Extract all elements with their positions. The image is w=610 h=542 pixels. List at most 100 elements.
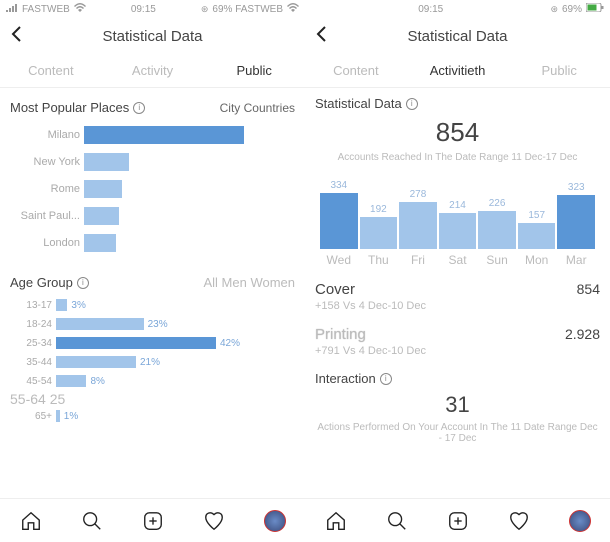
chart-label: 45-54 (10, 376, 56, 387)
interaction-number: 31 (315, 392, 600, 418)
chart-value: 334 (330, 180, 347, 191)
chart-bar (84, 126, 244, 144)
info-icon[interactable]: i (77, 277, 89, 289)
chart-bar (56, 410, 60, 422)
heart-icon[interactable] (508, 510, 530, 532)
chart-bar (399, 202, 437, 249)
chart-label: Saint Paul... (10, 210, 84, 222)
wifi-icon (287, 3, 299, 15)
chart-value: 278 (410, 189, 427, 200)
chart-value: 3% (71, 300, 85, 311)
page-title: Statistical Data (407, 28, 507, 45)
tab-content[interactable]: Content (0, 54, 102, 87)
age-chart: 13-173%18-2423%25-3442%35-4421%45-548%55… (10, 296, 295, 425)
status-bar: FASTWEB 09:15 ⊛ 69% FASTWEB (0, 0, 305, 18)
chart-label: Sun (477, 253, 517, 267)
tab-public[interactable]: Public (508, 54, 610, 87)
chart-value: 42% (220, 338, 240, 349)
profile-avatar[interactable] (569, 510, 591, 532)
chart-bar (84, 207, 119, 225)
tab-activity[interactable]: Activity (102, 54, 204, 87)
chart-bar (56, 337, 216, 349)
profile-avatar[interactable] (264, 510, 286, 532)
status-bar: 09:15 ⊛ 69% (305, 0, 610, 18)
chart-label: Milano (10, 129, 84, 141)
chart-value: 323 (568, 182, 585, 193)
battery-label: 69% FASTWEB (212, 4, 283, 15)
info-icon[interactable]: i (380, 373, 392, 385)
chart-bar (56, 356, 136, 368)
battery-icon (586, 3, 604, 15)
chart-label: Mar (556, 253, 596, 267)
chart-label: London (10, 237, 84, 249)
chart-row: 25-34 42% (10, 334, 295, 352)
chart-label: New York (10, 156, 84, 168)
chart-row: 45-54 8% (10, 372, 295, 390)
reach-chart-labels: WedThuFriSatSunMonMar (319, 253, 596, 267)
add-icon[interactable] (447, 510, 469, 532)
chart-value: 1% (64, 411, 78, 422)
chart-value: 226 (489, 198, 506, 209)
chart-value: 214 (449, 200, 466, 211)
printing-label: Printing (315, 326, 366, 343)
header: Statistical Data (0, 18, 305, 54)
bottom-nav (305, 498, 610, 542)
chart-value: 23% (148, 319, 168, 330)
chart-label: 35-44 (10, 357, 56, 368)
heart-icon[interactable] (203, 510, 225, 532)
tab-public[interactable]: Public (203, 54, 305, 87)
content-area: Statistical Data i 854 Accounts Reached … (305, 88, 610, 498)
chart-row: 35-4421% (10, 353, 295, 371)
chart-col: 334 (320, 173, 358, 249)
chart-value: 8% (90, 376, 104, 387)
wifi-icon (74, 3, 86, 15)
back-button[interactable] (10, 25, 22, 48)
places-title: Most Popular Places i (10, 100, 145, 115)
chart-bar (439, 213, 477, 249)
printing-sub: +791 Vs 4 Dec-10 Dec (315, 345, 600, 357)
printing-value: 2.928 (565, 326, 600, 342)
tabs: Content Activitieth Public (305, 54, 610, 88)
chart-bar (320, 193, 358, 249)
home-icon[interactable] (325, 510, 347, 532)
home-icon[interactable] (20, 510, 42, 532)
back-button[interactable] (315, 25, 327, 48)
info-icon[interactable]: i (133, 102, 145, 114)
chart-col: 214 (439, 173, 477, 249)
chart-bar (478, 211, 516, 249)
chart-label: 25-34 (10, 338, 56, 349)
chart-label: Fri (398, 253, 438, 267)
signal-icon (6, 4, 18, 15)
chart-bar (557, 195, 595, 249)
interaction-title: Interaction i (315, 371, 600, 386)
tab-content[interactable]: Content (305, 54, 407, 87)
info-icon[interactable]: i (406, 98, 418, 110)
reach-number: 854 (315, 117, 600, 148)
add-icon[interactable] (142, 510, 164, 532)
chart-bar (84, 153, 129, 171)
chart-col: 323 (557, 173, 595, 249)
content-area: Most Popular Places i City Countries Mil… (0, 88, 305, 498)
age-title: Age Group i (10, 275, 89, 290)
chart-value: 157 (528, 210, 545, 221)
age-toggles[interactable]: All Men Women (203, 275, 295, 290)
chart-row: 65+1% (10, 407, 295, 425)
search-icon[interactable] (81, 510, 103, 532)
cover-sub: +158 Vs 4 Dec-10 Dec (315, 300, 600, 312)
places-subtabs[interactable]: City Countries (220, 101, 295, 115)
chart-col: 226 (478, 173, 516, 249)
interaction-caption: Actions Performed On Your Account In The… (315, 422, 600, 444)
chart-bar (56, 299, 67, 311)
chart-col: 278 (399, 173, 437, 249)
chart-label: Wed (319, 253, 359, 267)
chart-label: Sat (438, 253, 478, 267)
chart-row: Milano (10, 123, 295, 147)
search-icon[interactable] (386, 510, 408, 532)
reach-caption: Accounts Reached In The Date Range 11 De… (315, 152, 600, 163)
chart-bar (84, 234, 116, 252)
cover-label: Cover (315, 281, 355, 298)
tabs: Content Activity Public (0, 54, 305, 88)
chart-col: 157 (518, 173, 556, 249)
tab-activity[interactable]: Activitieth (407, 54, 509, 87)
stat-title: Statistical Data i (315, 96, 600, 111)
